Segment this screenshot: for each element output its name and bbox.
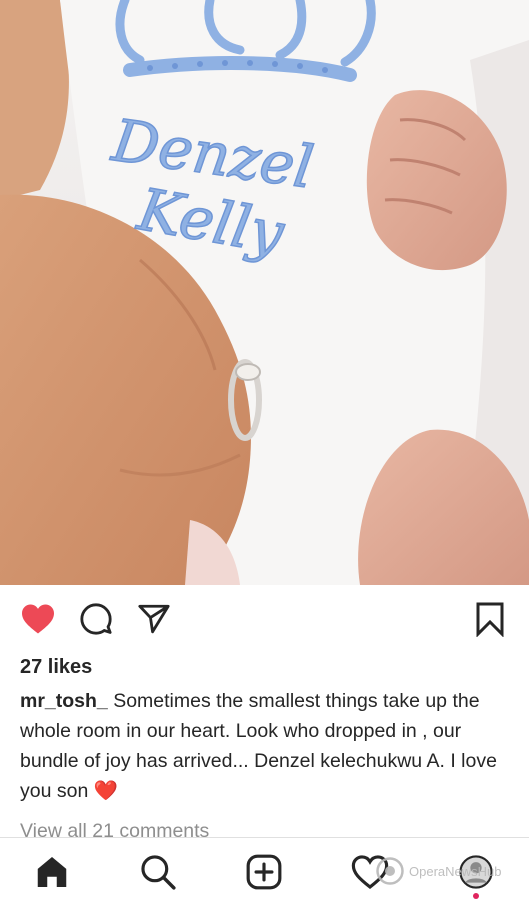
nav-home[interactable] (30, 850, 74, 894)
search-icon (141, 855, 176, 890)
red-heart-emoji: ❤️ (93, 780, 118, 802)
watermark-logo-icon (376, 857, 404, 885)
baby-onesie-image: Denzel Kelly (0, 0, 529, 585)
post-action-bar (0, 585, 529, 655)
heart-filled-icon (22, 604, 54, 634)
likes-count[interactable]: 27 likes (20, 656, 92, 679)
caption-username[interactable]: mr_tosh_ (20, 690, 108, 712)
share-button[interactable] (134, 599, 174, 639)
comment-bubble-icon (80, 603, 112, 635)
notification-dot (473, 893, 479, 899)
like-button[interactable] (18, 599, 58, 639)
bookmark-icon (476, 602, 504, 637)
watermark-text: OperaNewsHub (409, 863, 502, 879)
post-caption: mr_tosh_ Sometimes the smallest things t… (20, 686, 515, 806)
save-button[interactable] (470, 599, 510, 639)
nav-add-post[interactable] (242, 850, 286, 894)
operanewshub-watermark: OperaNewsHub (375, 856, 502, 886)
view-all-comments-link[interactable]: View all 21 comments (20, 818, 209, 838)
paper-plane-icon (138, 604, 170, 634)
home-icon (37, 856, 67, 888)
post-photo[interactable]: Denzel Kelly (0, 0, 529, 585)
add-post-icon (246, 854, 282, 890)
bottom-navigation: OperaNewsHub (0, 837, 529, 901)
comment-button[interactable] (76, 599, 116, 639)
nav-search[interactable] (136, 850, 180, 894)
